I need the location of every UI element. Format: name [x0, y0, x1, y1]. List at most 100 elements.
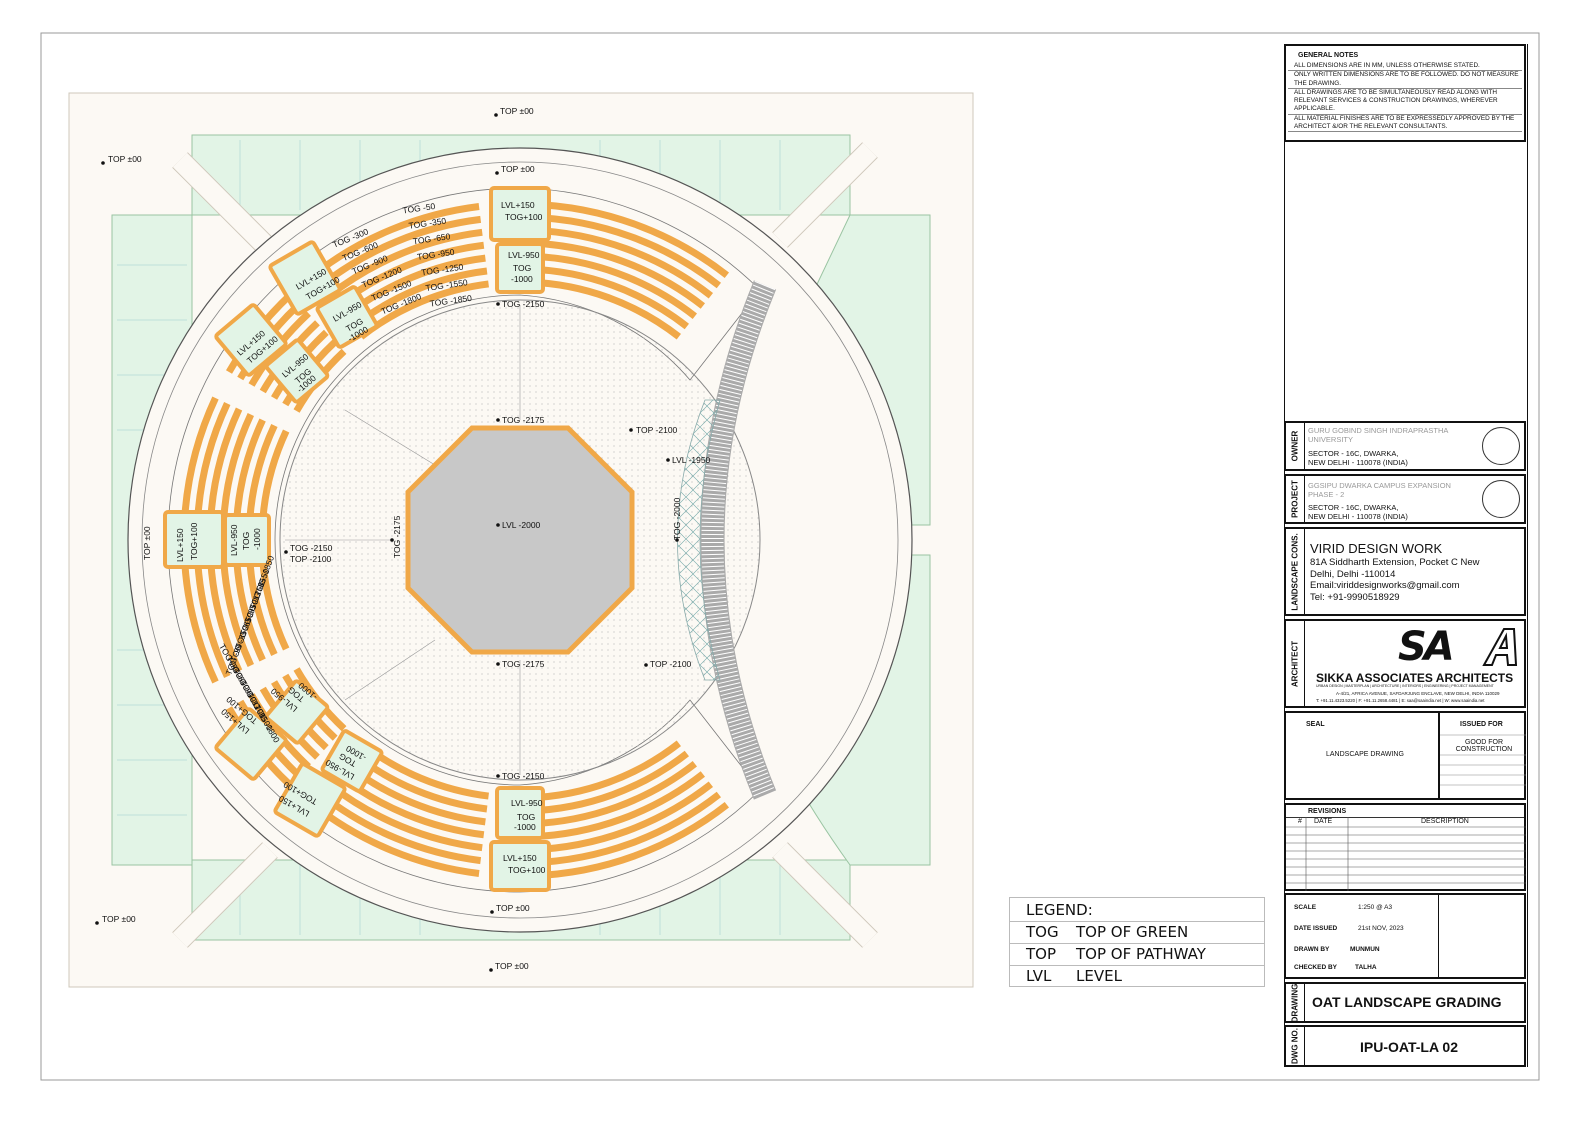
top-label-6: TOP ±00	[495, 961, 529, 971]
drawn-value: MUNMUN	[1350, 946, 1380, 953]
top-label-5: TOP ±00	[496, 903, 530, 913]
landscape-name: VIRID DESIGN WORK	[1310, 541, 1443, 556]
general-notes-title: GENERAL NOTES	[1298, 52, 1359, 59]
drawing-name-panel: DRAWING OAT LANDSCAPE GRADING	[1284, 982, 1526, 1023]
top-label-1: TOP ±00	[500, 106, 534, 116]
project-panel: PROJECT GGSIPU DWARKA CAMPUS EXPANSION P…	[1284, 474, 1526, 524]
drawing-label: DRAWING	[1290, 983, 1300, 1022]
info-panel: SCALE 1:250 @ A3 DATE ISSUED 21st NOV, 2…	[1284, 893, 1526, 979]
university-seal-icon	[1482, 427, 1520, 465]
drawing-number: IPU-OAT-LA 02	[1360, 1039, 1459, 1055]
architect-tagline: URBAN DESIGN | MASTERPLAN | ARCHITECTURE…	[1316, 684, 1494, 688]
tog2150-bottom: TOG -2150	[502, 771, 545, 781]
tog-bottom: TOG	[517, 812, 535, 822]
lvl1950-label: LVL -1950	[672, 455, 711, 465]
landscape-label: LANDSCAPE CONS.	[1290, 532, 1300, 611]
lvl150-top: LVL+150	[501, 200, 535, 210]
revisions-panel: REVISIONS # DATE DESCRIPTION	[1284, 803, 1526, 891]
university-seal-icon	[1482, 480, 1520, 518]
legend-abbr: TOG	[1026, 923, 1059, 941]
drawn-label: DRAWN BY	[1294, 946, 1330, 953]
legend-row-tog: TOG TOP OF GREEN	[1010, 921, 1264, 944]
checked-label: CHECKED BY	[1294, 964, 1337, 971]
note-item: All dimensions are in mm, unless otherwi…	[1288, 62, 1522, 72]
saa-logo: SA	[1398, 624, 1455, 670]
lvl150-left: LVL+150	[175, 528, 185, 562]
project-address-1: SECTOR - 16C, DWARKA,	[1308, 503, 1399, 512]
owner-address-1: SECTOR - 16C, DWARKA,	[1308, 449, 1399, 458]
tog2175-top: TOG -2175	[502, 415, 545, 425]
landscape-consultant-panel: LANDSCAPE CONS. VIRID DESIGN WORK 81A Si…	[1284, 527, 1526, 616]
drawing-number-panel: DWG NO. IPU-OAT-LA 02	[1284, 1025, 1526, 1067]
owner-label: OWNER	[1290, 430, 1300, 462]
legend-meaning: TOP OF PATHWAY	[1076, 945, 1206, 963]
scale-value: 1:250 @ A3	[1358, 904, 1393, 911]
lvl950-bottom: LVL-950	[511, 798, 543, 808]
general-notes-list: All dimensions are in mm, unless otherwi…	[1288, 62, 1522, 133]
tog-left: TOG	[241, 532, 251, 550]
tog1000-bottom: -1000	[514, 822, 536, 832]
drawing-title: OAT LANDSCAPE GRADING	[1312, 994, 1502, 1010]
scale-label: SCALE	[1294, 904, 1317, 911]
stage	[405, 425, 635, 655]
lvl950-top: LVL-950	[508, 250, 540, 260]
seal-text: LANDSCAPE DRAWING	[1326, 751, 1404, 758]
tog2150-left: TOG -2150	[290, 543, 333, 553]
date-value: 21st NOV, 2023	[1358, 925, 1404, 932]
general-notes: GENERAL NOTES All dimensions are in mm, …	[1284, 44, 1526, 142]
lvl150-bottom: LVL+150	[503, 853, 537, 863]
legend-row-top: TOP TOP OF PATHWAY	[1010, 943, 1264, 966]
architect-contact: T: +91.11.4323.5220 | F: +91.11.2658.448…	[1316, 698, 1485, 703]
tog2000-label: TOG -2000	[672, 497, 682, 540]
top-label-2: TOP ±00	[108, 154, 142, 164]
legend-box: LEGEND: TOG TOP OF GREEN TOP TOP OF PATH…	[1009, 897, 1265, 987]
legend-row-lvl: LVL LEVEL	[1010, 965, 1264, 988]
tog2150-top: TOG -2150	[502, 299, 545, 309]
architect-panel: ARCHITECT SA SIKKA ASSOCIATES ARCHITECTS…	[1284, 619, 1526, 708]
top-label-4: TOP ±00	[102, 914, 136, 924]
note-item: All material finishes are to be expresse…	[1288, 115, 1522, 133]
legend-title: LEGEND:	[1026, 901, 1093, 919]
note-item: Only written dimensions are to be follow…	[1288, 71, 1522, 89]
architect-address: A-4/21, AFRICA AVENUE, SAFDARJUNG ENCLAV…	[1336, 691, 1500, 696]
seal-panel: SEAL LANDSCAPE DRAWING ISSUED FOR GOOD F…	[1284, 711, 1526, 800]
tog1000-left: -1000	[252, 528, 262, 550]
project-name: GGSIPU DWARKA CAMPUS EXPANSION PHASE - 2	[1308, 481, 1451, 499]
tog100-top: TOG+100	[505, 212, 543, 222]
lvl2000-stage: LVL -2000	[502, 520, 541, 530]
date-label: DATE ISSUED	[1294, 925, 1338, 932]
owner-name: GURU GOBIND SINGH INDRAPRASTHA UNIVERSIT…	[1308, 426, 1449, 444]
seal-label: SEAL	[1306, 721, 1325, 728]
owner-address-2: NEW DELHI - 110078 (INDIA)	[1308, 458, 1408, 467]
tog2175-bottom: TOG -2175	[502, 659, 545, 669]
architect-label: ARCHITECT	[1290, 640, 1300, 687]
project-label: PROJECT	[1290, 480, 1300, 518]
lvl950-left: LVL-950	[229, 524, 239, 556]
project-address-2: NEW DELHI - 110078 (INDIA)	[1308, 512, 1408, 521]
landscape-address: 81A Siddharth Extension, Pocket C New De…	[1310, 557, 1480, 603]
saa-logo-a-icon	[1480, 627, 1520, 667]
legend-abbr: TOP	[1026, 945, 1057, 963]
tog2175-left: TOG -2175	[392, 515, 402, 558]
drawing-sheet: TOP ±00 TOP ±00 TOP ±00 TOP ±00 TOP ±00 …	[0, 0, 1587, 1122]
landscape-line: Tel: +91-9990518929	[1310, 591, 1400, 603]
architect-name: SIKKA ASSOCIATES ARCHITECTS	[1316, 671, 1514, 685]
tog-top: TOG	[513, 263, 531, 273]
top2100-left: TOP -2100	[290, 554, 332, 564]
landscape-line: Delhi, Delhi -110014	[1310, 568, 1396, 580]
checked-value: TALHA	[1355, 964, 1377, 971]
legend-meaning: LEVEL	[1076, 967, 1122, 985]
tog100-left: TOG+100	[189, 522, 199, 560]
tog1000-top: -1000	[511, 274, 533, 284]
landscape-line: Email:viriddesignworks@gmail.com	[1310, 580, 1460, 591]
top2100-upper: TOP -2100	[636, 425, 678, 435]
top-label-7: TOP ±00	[142, 526, 152, 560]
owner-panel: OWNER GURU GOBIND SINGH INDRAPRASTHA UNI…	[1284, 421, 1526, 471]
legend-abbr: LVL	[1026, 967, 1052, 985]
top2100-lower: TOP -2100	[650, 659, 692, 669]
tog100-bottom: TOG+100	[508, 865, 546, 875]
dwg-no-label: DWG NO.	[1290, 1028, 1300, 1064]
top-label-3: TOP ±00	[501, 164, 535, 174]
note-item: All drawings are to be simultaneously re…	[1288, 89, 1522, 115]
landscape-line: 81A Siddharth Extension, Pocket C New	[1310, 557, 1480, 568]
